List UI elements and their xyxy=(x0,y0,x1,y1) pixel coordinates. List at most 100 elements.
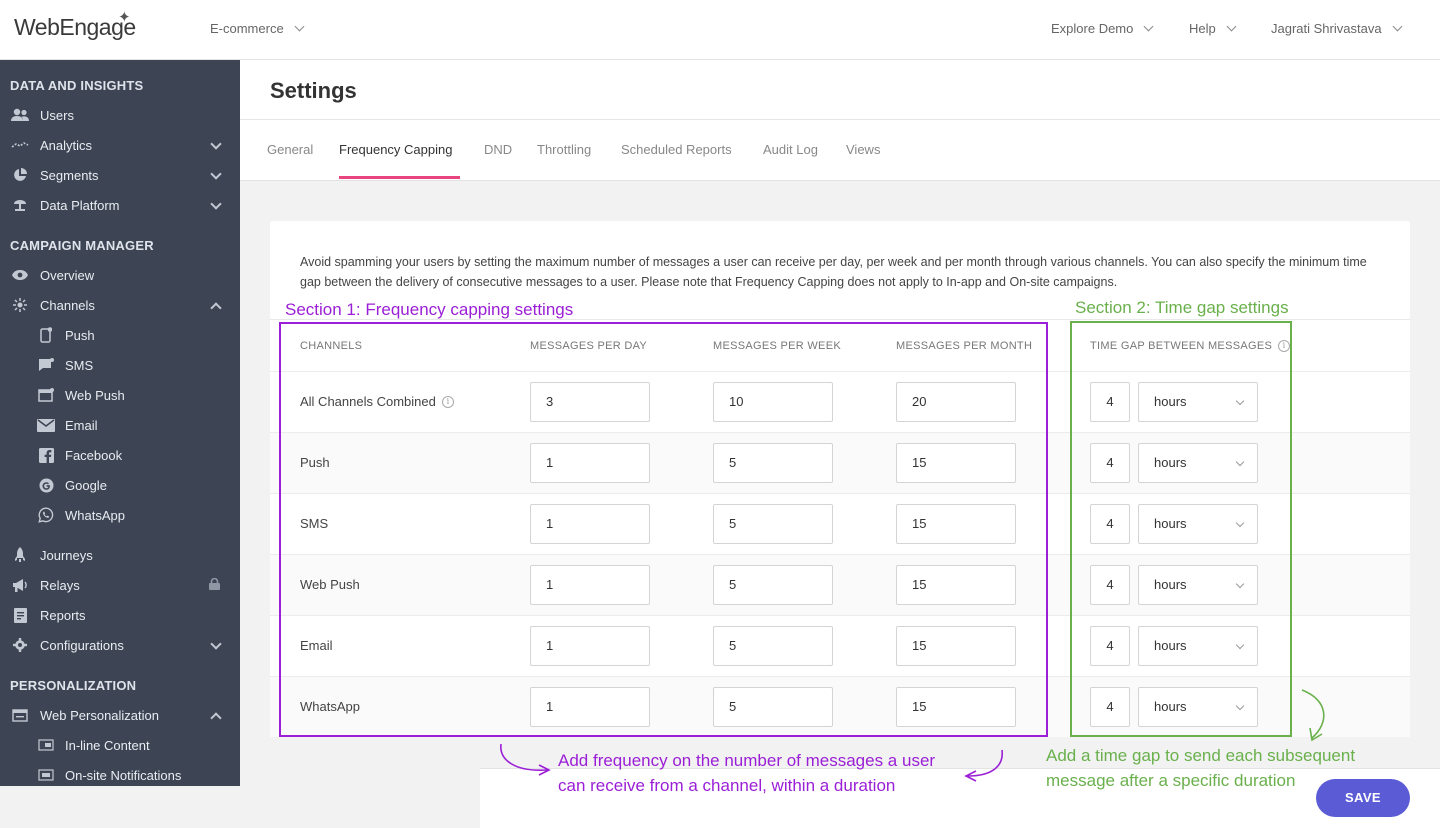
sidebar-item-whatsapp[interactable]: WhatsApp xyxy=(0,502,240,528)
section-heading-campaign-manager: CAMPAIGN MANAGER xyxy=(10,238,154,253)
sidebar-item-journeys[interactable]: Journeys xyxy=(0,542,240,568)
curved-arrow-left-icon xyxy=(500,743,551,776)
chevron-down-icon xyxy=(294,21,305,32)
chevron-down-icon xyxy=(1143,21,1154,32)
sidebar-item-label: Email xyxy=(65,417,98,433)
tab-scheduled-reports[interactable]: Scheduled Reports xyxy=(621,142,732,157)
google-icon xyxy=(36,477,56,493)
reports-icon xyxy=(10,607,30,623)
sidebar-item-label: Channels xyxy=(40,297,95,313)
whatsapp-icon xyxy=(36,507,56,523)
sidebar-item-label: On-site Notifications xyxy=(65,767,182,783)
sidebar-item-label: Segments xyxy=(40,167,99,183)
timegap-note-line1: Add a time gap to send each subsequent xyxy=(1046,746,1356,765)
segments-icon xyxy=(10,167,30,183)
chevron-down-icon[interactable] xyxy=(210,138,222,150)
sidebar-item-label: Configurations xyxy=(40,637,124,653)
section1-annotation: Section 1: Frequency capping settings xyxy=(285,300,574,319)
sidebar-item-reports[interactable]: Reports xyxy=(0,602,240,628)
inline-content-icon xyxy=(36,737,56,753)
help-menu[interactable]: Help xyxy=(1189,21,1237,36)
chevron-down-icon[interactable] xyxy=(210,168,222,180)
channels-icon xyxy=(10,297,30,313)
timegap-note-line2: message after a specific duration xyxy=(1046,771,1296,790)
relays-icon xyxy=(10,577,30,593)
sidebar-item-channels[interactable]: Channels xyxy=(0,292,240,318)
sidebar-item-label: WhatsApp xyxy=(65,507,125,523)
chevron-down-icon[interactable] xyxy=(210,198,222,210)
section-heading-personalization: PERSONALIZATION xyxy=(10,678,137,693)
sidebar-item-label: SMS xyxy=(65,357,94,373)
description-text: Avoid spamming your users by setting the… xyxy=(300,255,1367,289)
sidebar-item-label: Facebook xyxy=(65,447,123,463)
analytics-icon xyxy=(10,137,30,153)
project-selector[interactable]: E-commerce xyxy=(210,21,305,36)
chevron-down-icon xyxy=(1226,21,1237,32)
tab-throttling[interactable]: Throttling xyxy=(537,142,591,157)
sms-icon xyxy=(36,357,56,373)
tab-frequency-capping[interactable]: Frequency Capping xyxy=(339,142,452,157)
sidebar-item-label: In-line Content xyxy=(65,737,150,753)
sidebar-item-label: Journeys xyxy=(40,547,93,563)
sidebar-item-users[interactable]: Users xyxy=(0,102,240,128)
sidebar-item-label: Overview xyxy=(40,267,95,283)
sidebar-item-overview[interactable]: Overview xyxy=(0,262,240,288)
sidebar-item-google[interactable]: Google xyxy=(0,472,240,498)
chevron-down-icon xyxy=(1392,21,1403,32)
sidebar-item-sms[interactable]: SMS xyxy=(0,352,240,378)
web-personalization-icon xyxy=(10,707,30,723)
sidebar-item-web-push[interactable]: Web Push xyxy=(0,382,240,408)
eye-icon xyxy=(10,267,30,283)
section-heading-data-insights: DATA AND INSIGHTS xyxy=(10,78,144,93)
sidebar-item-email[interactable]: Email xyxy=(0,412,240,438)
configurations-icon xyxy=(10,637,30,653)
frequency-note-line1: Add frequency on the number of messages … xyxy=(558,751,936,770)
push-icon xyxy=(36,327,56,343)
chevron-up-icon[interactable] xyxy=(210,302,222,314)
help-label: Help xyxy=(1189,21,1216,36)
sidebar-item-configurations[interactable]: Configurations xyxy=(0,632,240,658)
tab-general[interactable]: General xyxy=(267,142,313,157)
sidebar-item-label: Relays xyxy=(40,577,80,593)
explore-demo-menu[interactable]: Explore Demo xyxy=(1051,21,1154,36)
sidebar-item-onsite-notifications[interactable]: On-site Notifications xyxy=(0,762,240,786)
frequency-note-line2: can receive from a channel, within a dur… xyxy=(558,776,896,795)
email-icon xyxy=(36,417,56,433)
sidebar-item-push[interactable]: Push xyxy=(0,322,240,348)
user-name: Jagrati Shrivastava xyxy=(1271,21,1382,36)
sidebar-item-data-platform[interactable]: Data Platform xyxy=(0,192,240,218)
tab-views[interactable]: Views xyxy=(846,142,880,157)
users-icon xyxy=(10,107,30,123)
sidebar-item-segments[interactable]: Segments xyxy=(0,162,240,188)
save-button[interactable]: SAVE xyxy=(1316,779,1410,817)
section1-highlight-box xyxy=(279,322,1048,737)
lock-icon xyxy=(209,578,220,590)
curved-arrow-right-icon xyxy=(964,749,1003,782)
sidebar-item-facebook[interactable]: Facebook xyxy=(0,442,240,468)
bird-icon: ✦ xyxy=(118,9,131,26)
sidebar-item-label: Users xyxy=(40,107,74,123)
sidebar-item-label: Reports xyxy=(40,607,86,623)
sidebar-item-label: Analytics xyxy=(40,137,93,153)
sidebar-item-analytics[interactable]: Analytics xyxy=(0,132,240,158)
tab-dnd[interactable]: DND xyxy=(484,142,512,157)
journeys-icon xyxy=(10,547,30,563)
facebook-icon xyxy=(36,447,56,463)
webengage-logo[interactable]: WebEngage ✦ xyxy=(14,9,136,41)
explore-demo-label: Explore Demo xyxy=(1051,21,1134,36)
user-menu[interactable]: Jagrati Shrivastava xyxy=(1271,21,1403,36)
sidebar-item-label: Push xyxy=(65,327,95,343)
onsite-notifications-icon xyxy=(36,767,56,783)
sidebar-item-label: Web Push xyxy=(65,387,125,403)
chevron-down-icon[interactable] xyxy=(210,638,222,650)
sidebar-item-relays[interactable]: Relays xyxy=(0,572,240,598)
sidebar-item-inline-content[interactable]: In-line Content xyxy=(0,732,240,758)
web-push-icon xyxy=(36,387,56,403)
sidebar-item-web-personalization[interactable]: Web Personalization xyxy=(0,702,240,728)
section2-annotation: Section 2: Time gap settings xyxy=(1075,298,1289,317)
project-label: E-commerce xyxy=(210,21,284,36)
chevron-up-icon[interactable] xyxy=(210,712,222,724)
sidebar-item-label: Data Platform xyxy=(40,197,120,213)
sidebar: DATA AND INSIGHTS Users Analytics Segmen… xyxy=(0,60,240,786)
tab-audit-log[interactable]: Audit Log xyxy=(763,142,818,157)
